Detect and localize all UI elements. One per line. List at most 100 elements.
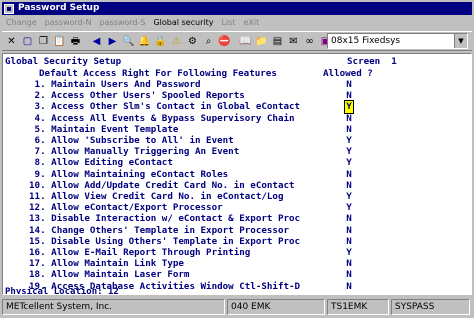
feature-row: 7. Allow Manually Triggering An Event (29, 146, 240, 158)
allowed-value-field[interactable]: Y (345, 157, 353, 169)
allowed-value-field[interactable]: Y (345, 202, 353, 214)
bell-icon[interactable]: 🔔 (137, 34, 152, 49)
feature-row: 15. Disable Using Others' Template in Ex… (29, 236, 300, 248)
paste-icon[interactable]: 📋 (52, 34, 67, 49)
copy-icon[interactable]: ❐ (36, 34, 51, 49)
zoom-icon[interactable]: ⌕ (201, 34, 216, 49)
allowed-value-field[interactable]: N (345, 258, 353, 270)
feature-row: 1. Maintain Users And Password (29, 79, 201, 91)
window-title: Password Setup (18, 3, 100, 13)
allowed-value-field[interactable]: N (345, 124, 353, 136)
feature-label: Allow Add/Update Credit Card No. in eCon… (51, 179, 295, 191)
feature-row: 8. Allow Editing eContact (29, 157, 173, 169)
chart-icon[interactable]: ▤ (270, 34, 285, 49)
feature-label: Access Other Slm's Contact in Global eCo… (51, 101, 301, 113)
feature-number: 17. (29, 258, 46, 270)
screen-heading: Global Security Setup (5, 56, 122, 67)
feature-row: 11. Allow View Credit Card No. in eConta… (29, 191, 283, 203)
feature-row: 18. Allow Maintain Laser Form (29, 269, 189, 281)
feature-number: 5. (29, 123, 46, 135)
feature-number: 3. (29, 101, 46, 113)
feature-label: Allow Maintaining eContact Roles (51, 168, 229, 180)
feature-row: 5. Maintain Event Template (29, 123, 179, 136)
menu-item-exit[interactable]: eXit (239, 16, 263, 30)
feature-number: 4. (29, 112, 46, 124)
feature-number: 7. (29, 146, 46, 158)
book-icon[interactable]: 📖 (238, 34, 253, 49)
feature-row: 4. Access All Events & Bypass Supervisor… (29, 113, 295, 125)
stop-icon[interactable]: ⛔ (217, 34, 232, 49)
allowed-value-field[interactable]: N (345, 180, 353, 192)
feature-label: Maintain Users And Password (51, 79, 201, 90)
feature-number: 15. (29, 235, 46, 247)
allowed-value-field[interactable]: N (345, 269, 353, 281)
allowed-value-field[interactable]: Y (345, 146, 353, 158)
feature-label: Allow View Credit Card No. in eContact/L… (51, 191, 284, 202)
menu-bar: Change password-N password-S Global securit… (2, 16, 472, 30)
allowed-value-field[interactable]: N (345, 236, 353, 248)
warning-icon[interactable]: ⚠ (169, 34, 184, 49)
password-setup-window: Password Setup Change password-N password-… (0, 0, 474, 318)
allowed-value-field[interactable]: N (345, 225, 353, 237)
allowed-value-field[interactable]: N (345, 281, 353, 293)
app-icon[interactable] (4, 3, 14, 14)
allowed-value-field[interactable]: N (345, 169, 353, 181)
title-bar: Password Setup (2, 2, 472, 15)
link-icon[interactable]: ∞ (302, 34, 317, 49)
menu-item-global-security[interactable]: Global security (149, 16, 217, 30)
feature-number: 19. (29, 280, 46, 292)
menu-item-password-n[interactable]: password-N (41, 16, 96, 30)
feature-number: 16. (29, 247, 46, 258)
menu-item-change[interactable]: Change (2, 16, 41, 30)
feature-row: 14. Change Others' Template in Export Pr… (29, 225, 289, 237)
feature-number: 18. (29, 269, 46, 281)
lock-icon[interactable]: 🔒 (153, 34, 168, 49)
status-session: TS1EMK (327, 299, 389, 315)
feature-label: Allow Maintain Link Type (51, 258, 184, 270)
status-company: METcellent System, Inc. (2, 299, 225, 315)
prev-icon[interactable]: ◀ (89, 34, 104, 49)
terminal-screen[interactable]: Global Security Setup Screen 1 Default A… (2, 53, 472, 295)
font-select-value: 08x15 Fixedsys (331, 36, 401, 46)
feature-label: Allow 'Subscribe to All' in Event (51, 135, 234, 146)
chevron-down-icon[interactable]: ▼ (454, 34, 467, 48)
gear-icon[interactable]: ⚙ (185, 34, 200, 49)
feature-label: Access Other Users' Spooled Reports (51, 90, 245, 102)
allowed-value-field[interactable]: N (345, 90, 353, 102)
feature-label: Change Others' Template in Export Proces… (51, 224, 290, 236)
find-icon[interactable]: 🔍 (121, 34, 136, 49)
feature-label: Allow eContact/Export Processor (51, 202, 223, 214)
email-icon[interactable]: ✉ (286, 34, 301, 49)
print-icon[interactable]: 🖶 (68, 34, 83, 49)
close-icon[interactable]: ✕ (4, 34, 19, 49)
allowed-value-field[interactable]: Y (344, 100, 354, 114)
allowed-value-field[interactable]: Y (345, 247, 353, 259)
feature-number: 8. (29, 157, 46, 169)
menu-item-list[interactable]: List (217, 16, 239, 30)
next-icon[interactable]: ▶ (105, 34, 120, 49)
allowed-value-field[interactable]: Y (345, 135, 353, 147)
status-bar: METcellent System, Inc. 040 EMK TS1EMK S… (2, 299, 472, 315)
feature-number: 9. (29, 168, 46, 180)
feature-number: 6. (29, 135, 46, 146)
feature-row: 19. Access Database Activities Window Ct… (29, 281, 300, 293)
allowed-value-field[interactable]: N (345, 213, 353, 225)
status-program: SYSPASS (391, 299, 470, 315)
feature-row: 17. Allow Maintain Link Type (29, 258, 184, 270)
feature-number: 1. (29, 79, 46, 90)
feature-label: Allow Manually Triggering An Event (51, 146, 240, 158)
new-icon[interactable]: ▢ (20, 34, 35, 49)
feature-number: 13. (29, 213, 46, 225)
font-select[interactable]: 08x15 Fixedsys ▼ (327, 33, 468, 49)
allowed-value-field[interactable]: N (345, 79, 353, 91)
feature-number: 14. (29, 224, 46, 236)
folder-icon[interactable]: 📁 (254, 34, 269, 49)
feature-row: 3. Access Other Slm's Contact in Global … (29, 101, 301, 113)
feature-label: Disable Using Others' Template in Export… (51, 235, 301, 247)
allowed-value-field[interactable]: N (345, 113, 353, 125)
allowed-value-field[interactable]: Y (345, 191, 353, 203)
allowed-column-header: Allowed ? (323, 67, 373, 79)
feature-number: 2. (29, 90, 46, 102)
menu-item-password-s[interactable]: password-S (96, 16, 150, 30)
feature-row: 10. Allow Add/Update Credit Card No. in … (29, 180, 295, 192)
